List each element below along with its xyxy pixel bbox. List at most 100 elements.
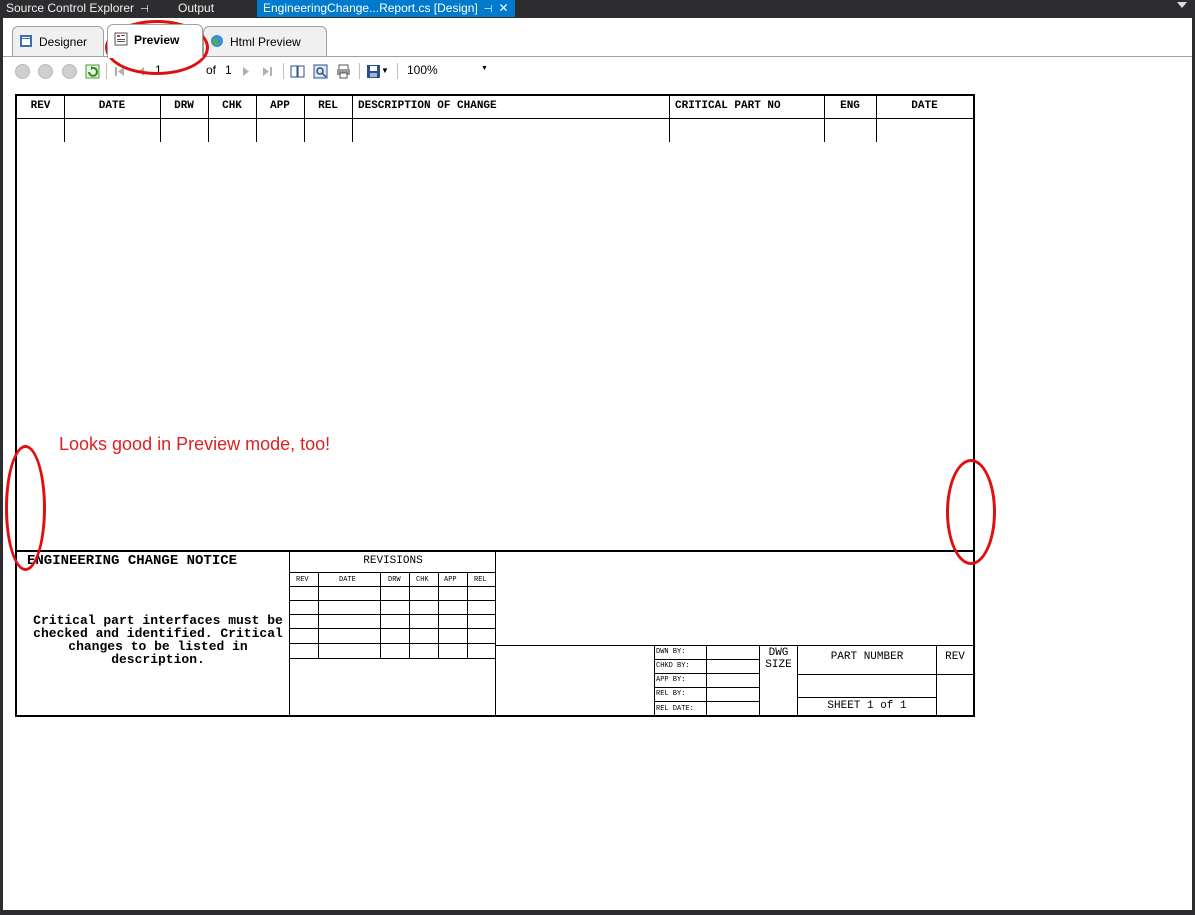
- chkd-by-label: CHKD BY:: [656, 662, 690, 670]
- revisions-title: REVISIONS: [363, 555, 423, 567]
- document-tab-strip: Source Control Explorer ⊣ Output Engineer…: [0, 0, 1195, 18]
- sign-row-line: [654, 687, 759, 688]
- report-designer-panel: Designer Preview Html Preview 1 of 1 ▼ 1…: [3, 18, 1192, 910]
- rev-col-app: APP: [444, 576, 457, 584]
- back-icon[interactable]: [15, 64, 30, 79]
- col-header-rev: REV: [30, 100, 51, 112]
- col-divider: [208, 96, 209, 142]
- rev-col-date: DATE: [339, 576, 356, 584]
- sheet-label: SHEET 1 of 1: [827, 700, 907, 712]
- rev-label: REV: [945, 651, 965, 663]
- ecn-notice: Critical part interfaces must be checked…: [33, 613, 283, 667]
- col-divider: [352, 96, 353, 142]
- tab-designer[interactable]: Designer: [12, 26, 104, 57]
- col-header-description: DESCRIPTION OF CHANGE: [358, 100, 497, 112]
- col-divider: [64, 96, 65, 142]
- dwg-size-label: DWG SIZE: [765, 647, 792, 671]
- next-page-icon[interactable]: [239, 64, 254, 79]
- revisions-col-line: [409, 572, 410, 658]
- zoom-select[interactable]: 100% ▼: [407, 63, 491, 77]
- zoom-dropdown-icon[interactable]: ▼: [481, 65, 488, 72]
- sign-block-top-line: [495, 645, 973, 646]
- tab-label: Output: [178, 1, 215, 15]
- of-label: of: [206, 63, 217, 77]
- total-pages: 1: [225, 63, 232, 77]
- sign-row-line: [654, 673, 759, 674]
- toolbar-separator: [359, 63, 360, 79]
- dwn-by-label: DWN BY:: [656, 648, 686, 656]
- revisions-line: [289, 628, 496, 629]
- revisions-line: [289, 643, 496, 644]
- col-divider: [304, 96, 305, 142]
- title-block-divider: [289, 551, 290, 717]
- col-header-chk: CHK: [222, 100, 242, 112]
- col-header-critical-part: CRITICAL PART NO: [675, 100, 781, 112]
- part-number-label: PART NUMBER: [830, 651, 904, 663]
- export-dropdown-icon[interactable]: ▼: [381, 66, 389, 75]
- col-header-date-2: DATE: [911, 100, 938, 112]
- sign-row-line: [654, 701, 759, 702]
- tab-engineering-change-report[interactable]: EngineeringChange...Report.cs [Design] ⊣ ✕: [257, 0, 515, 17]
- page-setup-icon[interactable]: [290, 64, 305, 79]
- tab-label: Source Control Explorer: [6, 1, 135, 15]
- tab-html-preview[interactable]: Html Preview: [203, 26, 327, 57]
- col-header-app: APP: [270, 100, 290, 112]
- stop-icon[interactable]: [62, 64, 77, 79]
- globe-icon: [211, 35, 223, 47]
- designer-icon: [20, 35, 32, 47]
- revisions-col-line: [380, 572, 381, 658]
- tab-label: Preview: [134, 33, 180, 47]
- sheet-line: [797, 697, 936, 698]
- sign-block-divider: [706, 645, 707, 717]
- part-number-line: [797, 674, 973, 675]
- tab-source-control-explorer[interactable]: Source Control Explorer ⊣: [6, 0, 149, 17]
- print-layout-icon[interactable]: [313, 64, 328, 79]
- sign-row-line: [654, 659, 759, 660]
- report-page: REV DATE DRW CHK APP REL DESCRIPTION OF …: [15, 94, 975, 717]
- revisions-col-line: [438, 572, 439, 658]
- col-header-rel: REL: [318, 100, 338, 112]
- revisions-col-line: [318, 572, 319, 658]
- title-block-divider: [495, 551, 496, 717]
- col-divider: [824, 96, 825, 142]
- col-header-date: DATE: [98, 100, 126, 112]
- tab-overflow-dropdown-icon[interactable]: [1177, 2, 1187, 8]
- app-by-label: APP BY:: [656, 676, 686, 684]
- revisions-line: [289, 572, 496, 573]
- toolbar-separator: [397, 63, 398, 79]
- rev-col-rev: REV: [296, 576, 309, 584]
- sign-block-divider: [654, 645, 655, 717]
- col-divider: [876, 96, 877, 142]
- rel-by-label: REL BY:: [656, 690, 686, 698]
- tab-label: EngineeringChange...Report.cs [Design]: [263, 1, 478, 15]
- print-icon[interactable]: [336, 64, 351, 79]
- close-icon[interactable]: ✕: [499, 1, 509, 15]
- preview-icon: [114, 32, 128, 46]
- revisions-line: [289, 600, 496, 601]
- highlight-ellipse-left: [5, 445, 46, 571]
- col-divider: [256, 96, 257, 142]
- rev-col-rel: REL: [474, 576, 487, 584]
- pin-icon[interactable]: ⊣: [140, 4, 149, 15]
- pin-icon[interactable]: ⊣: [484, 4, 493, 15]
- annotation-text: Looks good in Preview mode, too!: [59, 434, 331, 454]
- save-icon[interactable]: [366, 64, 381, 79]
- zoom-value: 100%: [407, 63, 438, 77]
- revisions-line: [289, 586, 496, 587]
- tab-label: Designer: [39, 35, 88, 49]
- tab-output[interactable]: Output: [178, 0, 214, 17]
- rev-col-drw: DRW: [388, 576, 401, 584]
- tab-preview[interactable]: Preview: [107, 24, 203, 58]
- col-divider: [160, 96, 161, 142]
- revisions-line: [289, 614, 496, 615]
- rev-col-chk: CHK: [416, 576, 429, 584]
- last-page-icon[interactable]: [260, 64, 275, 79]
- refresh-icon[interactable]: [85, 64, 100, 79]
- col-divider: [669, 96, 670, 142]
- toolbar-separator: [283, 63, 284, 79]
- tab-label: Html Preview: [230, 35, 301, 49]
- highlight-ellipse-right: [946, 459, 996, 565]
- col-header-eng: ENG: [840, 100, 860, 112]
- col-header-drw: DRW: [174, 100, 194, 112]
- forward-icon[interactable]: [38, 64, 53, 79]
